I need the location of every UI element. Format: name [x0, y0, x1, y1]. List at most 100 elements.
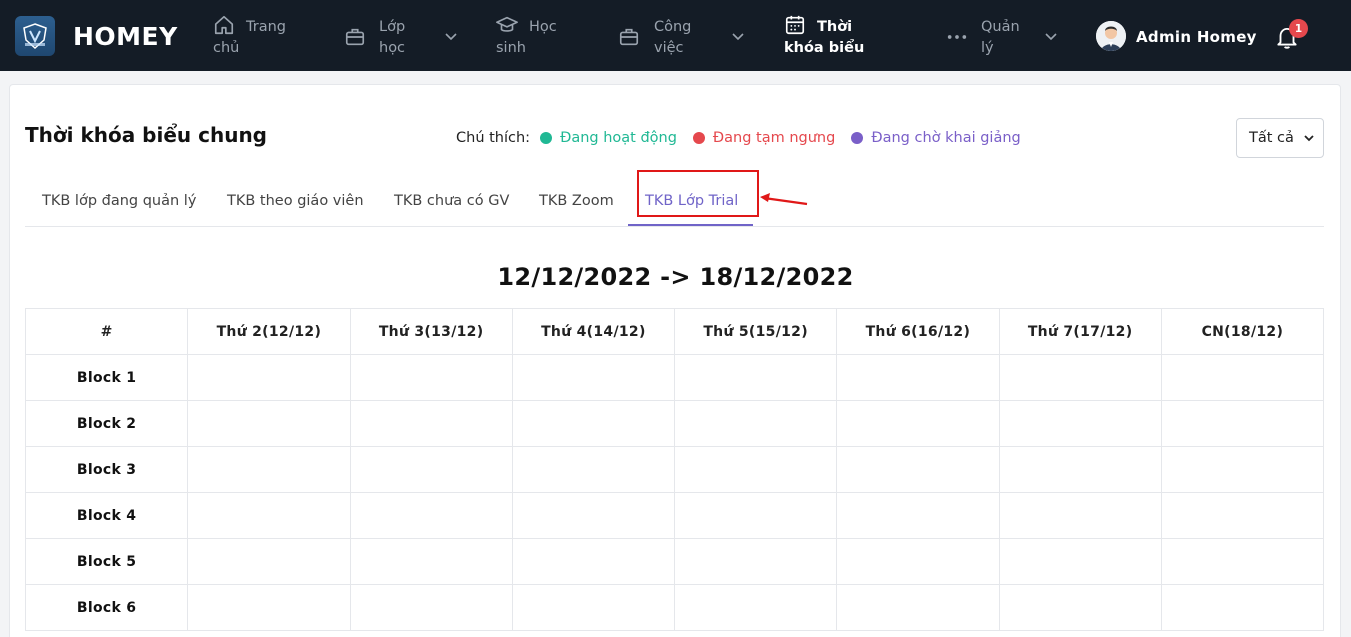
schedule-cell[interactable]: [187, 446, 351, 493]
chevron-down-icon: [445, 33, 457, 41]
nav-manage-label: Quản lý: [981, 19, 1020, 56]
schedule-cell[interactable]: [349, 584, 513, 631]
schedule-cell[interactable]: [998, 584, 1162, 631]
filter-selected-value: Tất cả: [1249, 130, 1294, 146]
block-label: Block 5: [24, 538, 189, 585]
nav-home-label: Trang chủ: [213, 19, 286, 56]
notification-badge: 1: [1289, 19, 1308, 38]
schedule-cell[interactable]: [187, 400, 351, 447]
schedule-cell[interactable]: [349, 446, 513, 493]
day-header: Thứ 6(16/12): [836, 308, 1000, 355]
annotation-arrow-icon: [760, 193, 808, 206]
schedule-cell[interactable]: [511, 446, 676, 493]
nav-schedule[interactable]: Thời khóa biểu: [784, 14, 904, 58]
nav-students[interactable]: Học sinh: [496, 14, 586, 58]
schedule-cell[interactable]: [349, 354, 513, 401]
day-header: Thứ 5(15/12): [673, 308, 838, 355]
schedule-cell[interactable]: [673, 354, 838, 401]
block-label: Block 3: [24, 446, 189, 493]
user-avatar-icon: [1096, 21, 1126, 51]
schedule-cell[interactable]: [998, 354, 1162, 401]
schedule-cell[interactable]: [187, 538, 351, 585]
schedule-cell[interactable]: [511, 492, 676, 539]
schedule-cell[interactable]: [511, 354, 676, 401]
table-row: Block 3: [24, 446, 1325, 493]
day-header: Thứ 7(17/12): [998, 308, 1162, 355]
block-label: Block 4: [24, 492, 189, 539]
corner-header: #: [24, 308, 189, 355]
nav-schedule-label: Thời khóa biểu: [784, 19, 865, 56]
filter-select[interactable]: Tất cả: [1236, 118, 1324, 158]
nav-work[interactable]: Công việc: [618, 14, 748, 58]
schedule-cell[interactable]: [673, 584, 838, 631]
schedule-cell[interactable]: [349, 538, 513, 585]
schedule-cell[interactable]: [836, 446, 1000, 493]
nav-classes-label: Lớp học: [379, 19, 406, 56]
block-label: Block 2: [24, 400, 189, 447]
schedule-cell[interactable]: [511, 538, 676, 585]
tab-by-teacher[interactable]: TKB theo giáo viên: [227, 193, 364, 209]
nav-students-label: Học sinh: [496, 19, 557, 56]
schedule-cell[interactable]: [511, 400, 676, 447]
schedule-cell[interactable]: [187, 354, 351, 401]
schedule-cell[interactable]: [836, 584, 1000, 631]
status-dot: [692, 132, 705, 144]
table-row: Block 4: [24, 492, 1325, 539]
day-header: CN(18/12): [1160, 308, 1325, 355]
schedule-cell[interactable]: [836, 354, 1000, 401]
schedule-cell[interactable]: [673, 446, 838, 493]
schedule-cell[interactable]: [1160, 538, 1325, 585]
brand-name: HOMEY: [73, 22, 178, 51]
tab-zoom[interactable]: TKB Zoom: [539, 193, 614, 209]
block-label: Block 6: [24, 584, 189, 631]
schedule-cell[interactable]: [998, 400, 1162, 447]
legend-label: Chú thích:: [456, 130, 531, 146]
legend-text-paused: Đang tạm ngưng: [712, 130, 836, 146]
table-row: Block 6: [24, 584, 1325, 631]
table-header-row: # Thứ 2(12/12) Thứ 3(13/12) Thứ 4(14/12)…: [24, 308, 1325, 355]
schedule-cell[interactable]: [349, 400, 513, 447]
schedule-cell[interactable]: [187, 492, 351, 539]
nav-classes[interactable]: Lớp học: [344, 14, 464, 58]
schedule-table: # Thứ 2(12/12) Thứ 3(13/12) Thứ 4(14/12)…: [24, 308, 1325, 631]
legend-item-pending: Đang chờ khai giảng: [851, 130, 1021, 146]
schedule-cell[interactable]: [1160, 584, 1325, 631]
legend: Chú thích: Đang hoạt động Đang tạm ngưng…: [456, 130, 1037, 146]
schedule-cell[interactable]: [836, 400, 1000, 447]
day-header: Thứ 2(12/12): [187, 308, 351, 355]
schedule-cell[interactable]: [673, 492, 838, 539]
day-header: Thứ 4(14/12): [511, 308, 676, 355]
schedule-cell[interactable]: [836, 538, 1000, 585]
schedule-cell[interactable]: [1160, 400, 1325, 447]
table-row: Block 2: [24, 400, 1325, 447]
briefcase-icon: [619, 28, 639, 46]
legend-text-active: Đang hoạt động: [560, 130, 677, 146]
schedule-cell[interactable]: [1160, 354, 1325, 401]
table-row: Block 1: [24, 354, 1325, 401]
homey-logo[interactable]: [15, 16, 55, 56]
schedule-cell[interactable]: [187, 584, 351, 631]
top-navbar: HOMEY Trang chủ Lớp học Học sinh Công vi…: [0, 0, 1351, 71]
schedule-cell[interactable]: [673, 538, 838, 585]
highlight-box: [637, 170, 759, 217]
schedule-cell[interactable]: [998, 538, 1162, 585]
schedule-cell[interactable]: [349, 492, 513, 539]
status-dot: [540, 132, 553, 144]
tab-no-teacher[interactable]: TKB chưa có GV: [394, 193, 509, 209]
schedule-cell[interactable]: [836, 492, 1000, 539]
schedule-cell[interactable]: [998, 492, 1162, 539]
chevron-down-icon: [1045, 33, 1057, 41]
block-label: Block 1: [24, 354, 189, 401]
schedule-cell[interactable]: [673, 400, 838, 447]
nav-home[interactable]: Trang chủ: [213, 14, 313, 58]
schedule-cell[interactable]: [998, 446, 1162, 493]
table-row: Block 5: [24, 538, 1325, 585]
avatar[interactable]: [1096, 21, 1126, 51]
nav-manage[interactable]: Quản lý: [946, 14, 1066, 58]
tab-managed-classes[interactable]: TKB lớp đang quản lý: [42, 193, 196, 209]
nav-work-label: Công việc: [654, 19, 692, 56]
schedule-cell[interactable]: [511, 584, 676, 631]
user-name[interactable]: Admin Homey: [1136, 28, 1257, 46]
schedule-cell[interactable]: [1160, 492, 1325, 539]
schedule-cell[interactable]: [1160, 446, 1325, 493]
